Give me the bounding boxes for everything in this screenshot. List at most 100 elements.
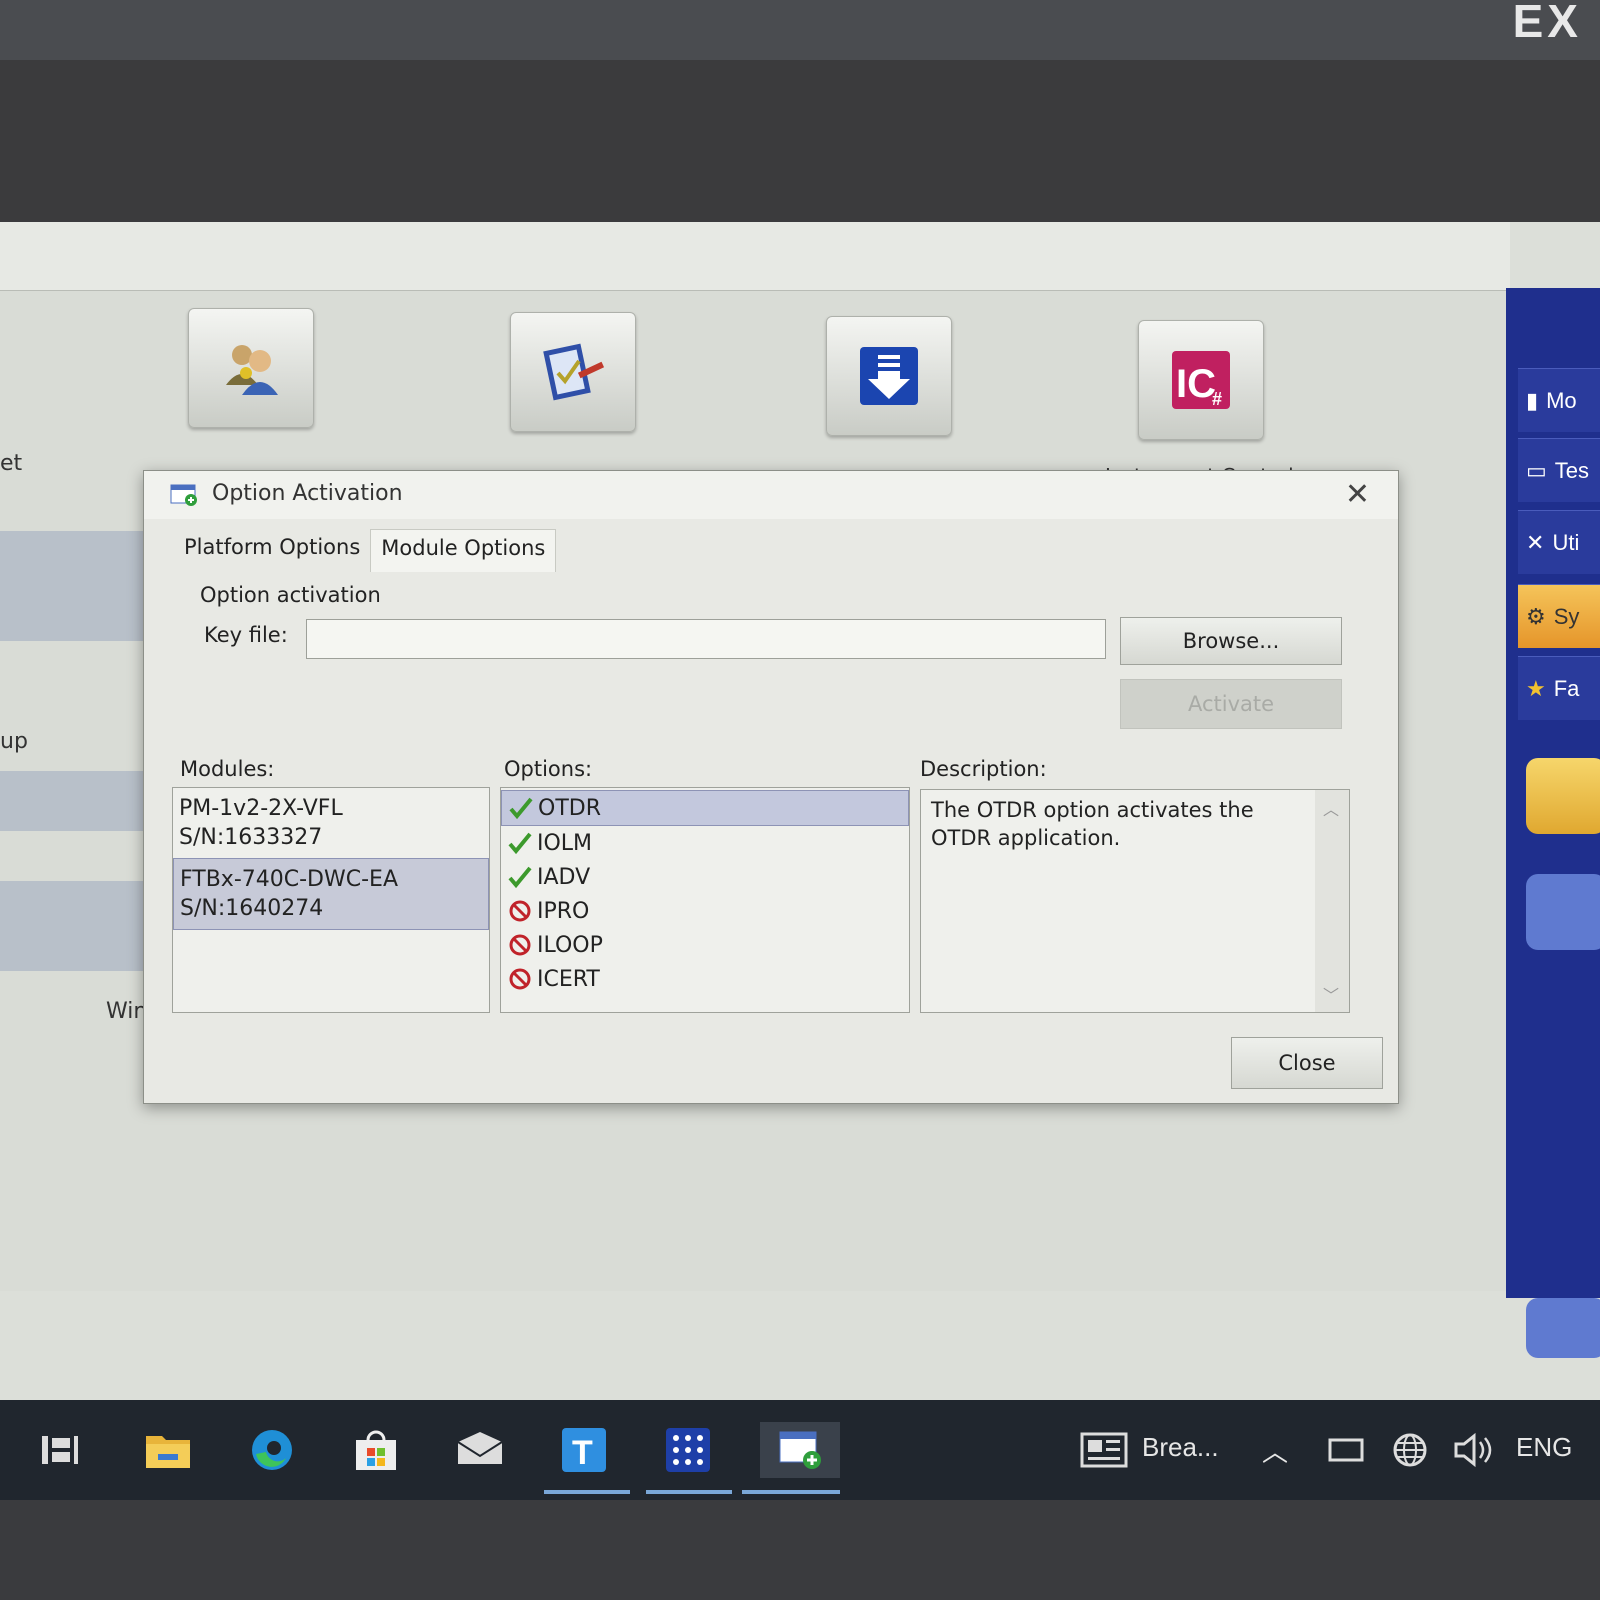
sidebar-round-button[interactable] [1526, 874, 1600, 950]
left-nav-label-c[interactable]: Win [106, 999, 147, 1024]
list-item[interactable]: ICERT [501, 962, 909, 996]
blocked-icon [509, 968, 531, 990]
sidebar-label: Fa [1553, 675, 1580, 701]
news-label[interactable]: Brea... [1142, 1432, 1219, 1463]
sidebar-label: Tes [1554, 457, 1590, 483]
module-serial: S/N:1640274 [180, 896, 324, 921]
taskbar-active-indicator [646, 1490, 732, 1494]
globe-icon[interactable] [1382, 1422, 1438, 1478]
option-label: OTDR [538, 795, 601, 821]
description-text: The OTDR option activates the OTDR appli… [931, 798, 1254, 850]
tab-platform-options[interactable]: Platform Options [174, 529, 370, 571]
sidebar-item-tests[interactable]: ▭ Tes [1518, 438, 1600, 502]
chevron-up-icon[interactable]: ︿ [1262, 1432, 1288, 1469]
scroll-up-icon[interactable]: ︿ [1323, 796, 1339, 820]
option-activation-group-label: Option activation [200, 583, 381, 607]
list-item[interactable]: IPRO [501, 894, 909, 928]
sidebar-item-modules[interactable]: ▮ Mo [1518, 368, 1600, 432]
right-sidebar: ▮ Mo ▭ Tes ✕ Uti ⚙ Sy ★ Fa [1506, 288, 1600, 1358]
sidebar-app-button[interactable] [1526, 758, 1600, 834]
list-item[interactable]: OTDR [501, 790, 909, 826]
utilities-icon: ✕ [1526, 529, 1545, 555]
task-view-icon[interactable] [32, 1422, 88, 1478]
sidebar-label: Sy [1553, 603, 1580, 629]
check-icon [509, 797, 533, 820]
language-indicator[interactable]: ENG [1516, 1432, 1572, 1463]
list-item[interactable]: FTBx-740C-DWC-EA S/N:1640274 [173, 858, 489, 930]
option-label: IOLM [537, 830, 593, 856]
dots-app-icon[interactable] [660, 1422, 716, 1478]
options-list[interactable]: OTDR IOLM IADV IPRO ILOOP ICERT [500, 787, 910, 1013]
instrument-control-tile[interactable]: IC # [1138, 320, 1264, 440]
mail-icon[interactable] [452, 1422, 508, 1478]
description-scrollbar[interactable]: ︿ ﹀ [1315, 790, 1349, 1012]
dialog-tabs: Platform Options Module Options [174, 529, 557, 572]
left-nav-band [0, 771, 150, 831]
list-item[interactable]: ILOOP [501, 928, 909, 962]
module-serial: S/N:1633327 [179, 825, 323, 850]
dialog-titlebar: Option Activation ✕ [144, 471, 1398, 519]
close-icon[interactable]: ✕ [1345, 477, 1370, 512]
scroll-down-icon[interactable]: ﹀ [1323, 982, 1339, 1006]
left-nav-label-b[interactable]: up [0, 729, 28, 754]
checklist-icon [543, 343, 605, 401]
left-nav-band [0, 531, 150, 641]
sidebar-item-utilities[interactable]: ✕ Uti [1518, 510, 1600, 574]
option-label: IPRO [537, 898, 590, 924]
option-label: ICERT [537, 966, 600, 992]
screen: et up Win IC # Instrument Cont [0, 222, 1600, 1512]
check-icon [508, 866, 532, 889]
module-name: FTBx-740C-DWC-EA [180, 867, 398, 892]
sidebar-bottom-button[interactable] [1526, 1298, 1600, 1358]
description-box[interactable]: The OTDR option activates the OTDR appli… [920, 789, 1350, 1013]
svg-text:T: T [572, 1434, 593, 1472]
option-label: ILOOP [537, 932, 603, 958]
volume-icon[interactable] [1444, 1422, 1500, 1478]
tab-module-options[interactable]: Module Options [370, 529, 557, 572]
device-logo: EX [1512, 0, 1582, 47]
svg-text:#: # [1212, 389, 1222, 409]
t-app-icon[interactable]: T [556, 1422, 612, 1478]
taskbar-active-indicator [544, 1490, 630, 1494]
news-icon[interactable] [1076, 1422, 1132, 1478]
option-activation-dialog: Option Activation ✕ Platform Options Mod… [143, 470, 1399, 1104]
sidebar-label: Uti [1552, 529, 1580, 555]
key-file-input[interactable] [306, 619, 1106, 659]
file-explorer-icon[interactable] [140, 1422, 196, 1478]
left-nav [0, 441, 150, 1141]
download-tile[interactable] [826, 316, 952, 436]
svg-text:IC: IC [1176, 362, 1216, 406]
sidebar-item-favorites[interactable]: ★ Fa [1518, 656, 1600, 720]
tests-icon: ▭ [1526, 457, 1547, 483]
instrument-control-icon: IC # [1172, 351, 1230, 409]
window-app-icon [170, 484, 197, 506]
left-nav-band [0, 881, 150, 971]
close-button[interactable]: Close [1231, 1037, 1383, 1089]
module-name: PM-1v2-2X-VFL [179, 796, 343, 821]
device-bezel-top: EX [0, 0, 1600, 60]
left-nav-label-a[interactable]: et [0, 451, 22, 476]
download-icon [860, 347, 918, 405]
tablet-mode-icon[interactable] [1318, 1422, 1374, 1478]
taskbar: T Brea... ︿ ENG [0, 1400, 1600, 1500]
key-file-label: Key file: [204, 623, 288, 647]
browse-button[interactable]: Browse... [1120, 617, 1342, 665]
option-activation-task-icon[interactable] [760, 1422, 840, 1478]
store-icon[interactable] [348, 1422, 404, 1478]
blocked-icon [509, 934, 531, 956]
device-bezel-bottom [0, 1500, 1600, 1600]
list-item[interactable]: IOLM [501, 826, 909, 860]
list-item[interactable]: PM-1v2-2X-VFL S/N:1633327 [173, 788, 489, 858]
checklist-tile[interactable] [510, 312, 636, 432]
users-tile[interactable] [188, 308, 314, 428]
gear-icon: ⚙ [1526, 603, 1546, 629]
users-icon [226, 345, 278, 395]
dialog-title: Option Activation [212, 481, 403, 506]
star-icon: ★ [1526, 675, 1546, 701]
sidebar-item-system[interactable]: ⚙ Sy [1518, 584, 1600, 648]
modules-list[interactable]: PM-1v2-2X-VFL S/N:1633327 FTBx-740C-DWC-… [172, 787, 490, 1013]
activate-button[interactable]: Activate [1120, 679, 1342, 729]
options-label: Options: [504, 757, 593, 781]
edge-browser-icon[interactable] [244, 1422, 300, 1478]
list-item[interactable]: IADV [501, 860, 909, 894]
